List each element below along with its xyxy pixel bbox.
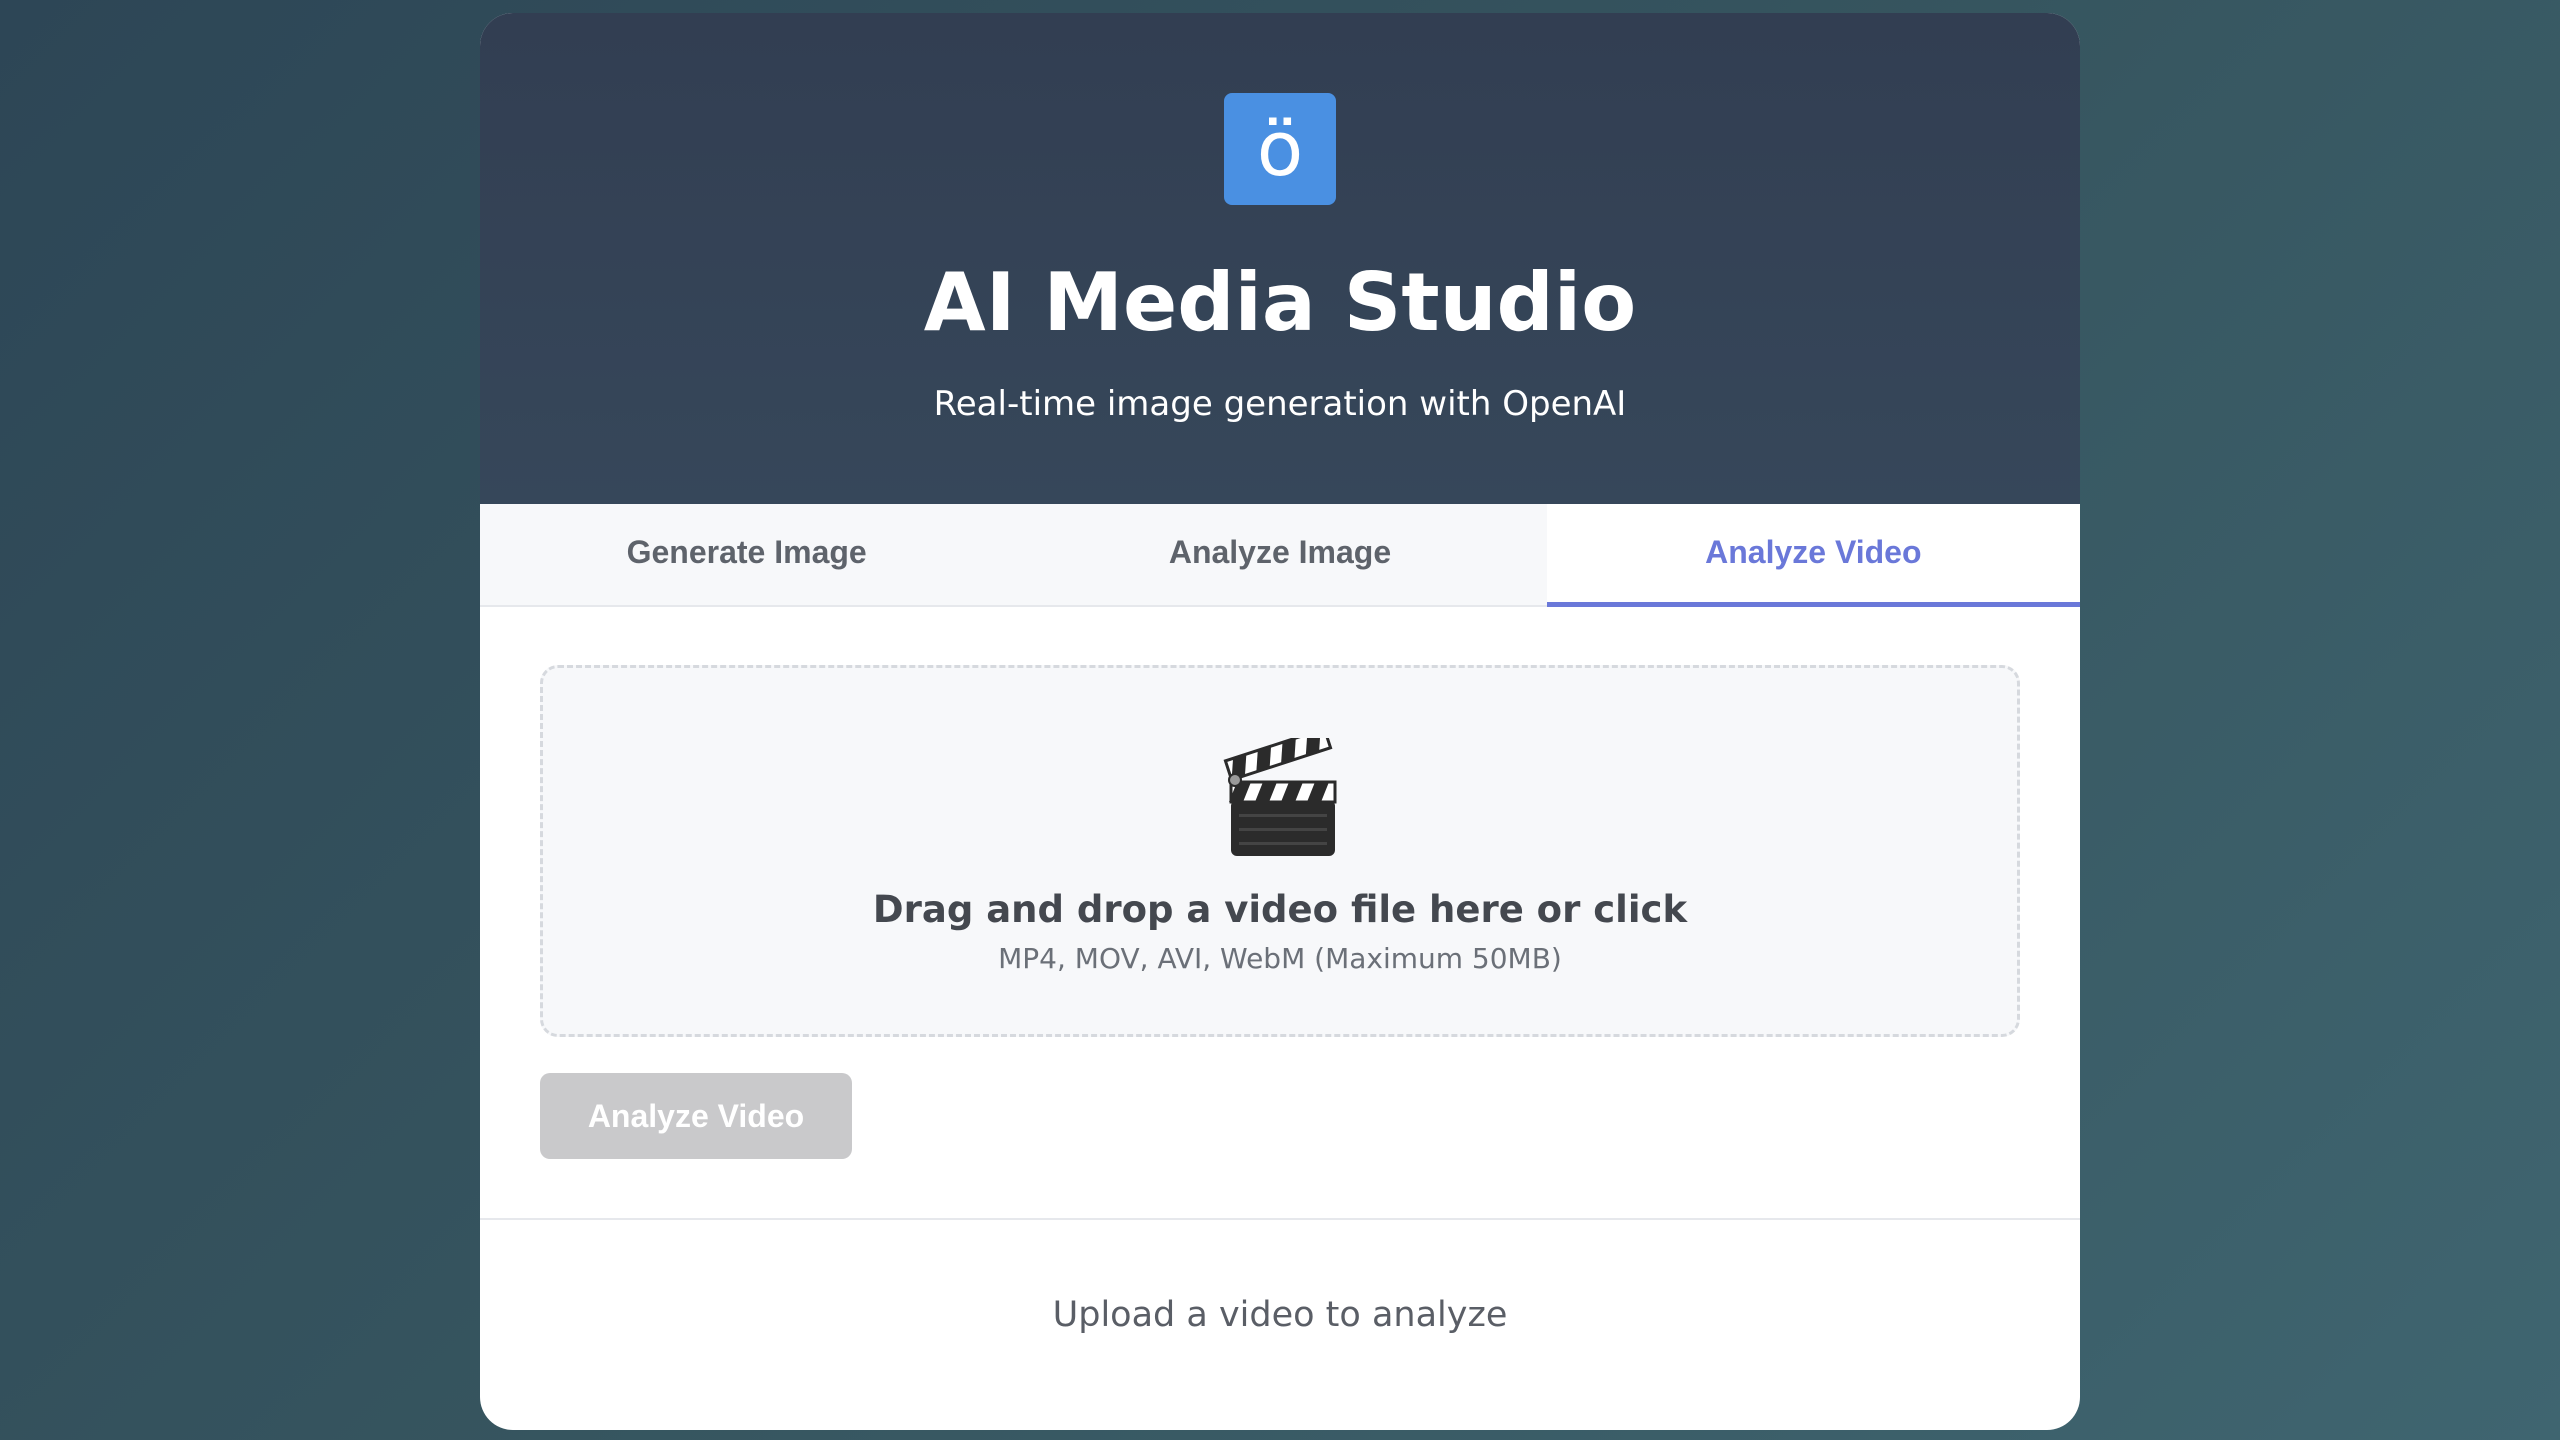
clapperboard-icon [1223, 738, 1337, 856]
app-card: ö AI Media Studio Real-time image genera… [480, 13, 2080, 1430]
app-subtitle: Real-time image generation with OpenAI [933, 384, 1627, 424]
tab-generate-image[interactable]: Generate Image [480, 504, 1013, 605]
app-header: ö AI Media Studio Real-time image genera… [480, 13, 2080, 504]
tab-analyze-image[interactable]: Analyze Image [1013, 504, 1546, 605]
result-placeholder: Upload a video to analyze [1052, 1295, 1508, 1335]
dropzone-title: Drag and drop a video file here or click [872, 888, 1688, 931]
video-dropzone[interactable]: Drag and drop a video file here or click… [540, 665, 2020, 1037]
tab-bar: Generate Image Analyze Image Analyze Vid… [480, 504, 2080, 607]
app-logo: ö [1224, 93, 1336, 205]
dropzone-hint: MP4, MOV, AVI, WebM (Maximum 50MB) [998, 942, 1562, 975]
app-title: AI Media Studio [923, 256, 1637, 349]
section-divider [480, 1218, 2080, 1220]
analyze-video-button[interactable]: Analyze Video [540, 1073, 852, 1159]
tab-analyze-video[interactable]: Analyze Video [1546, 504, 2080, 607]
